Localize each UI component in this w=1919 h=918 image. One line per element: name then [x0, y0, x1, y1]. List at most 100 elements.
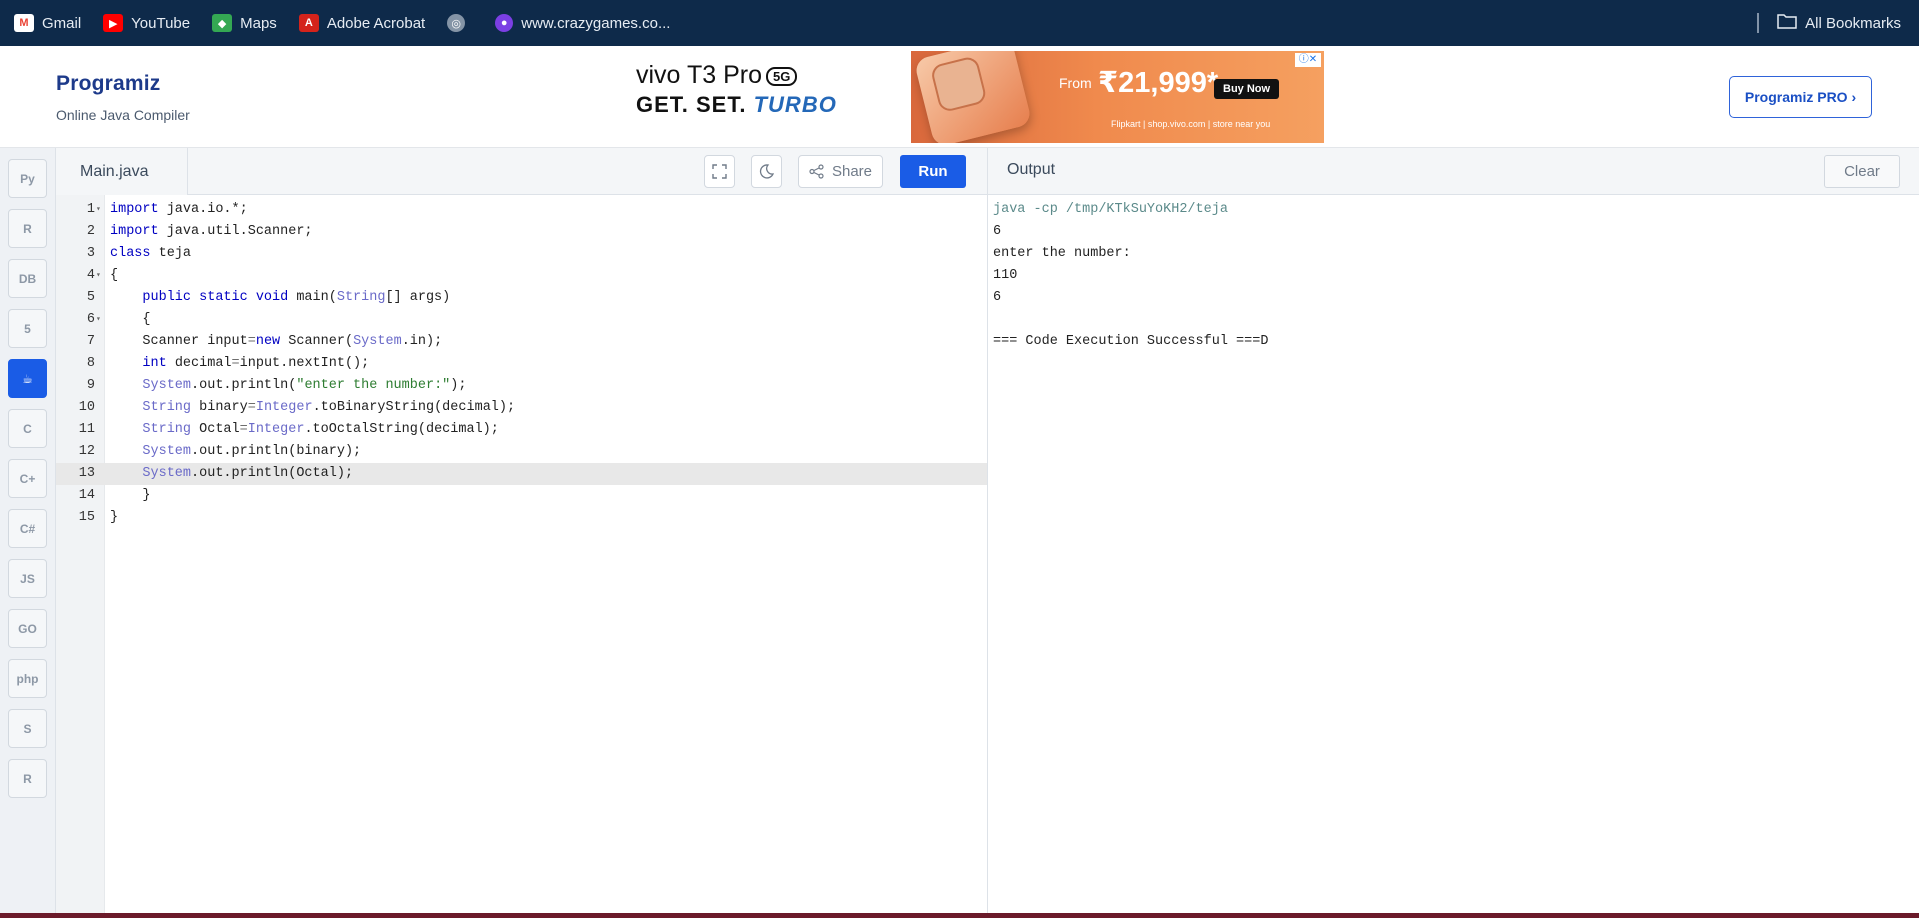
- all-bookmarks[interactable]: All Bookmarks: [1757, 0, 1901, 46]
- rust-icon[interactable]: R: [8, 759, 47, 798]
- all-bookmarks-label: All Bookmarks: [1805, 14, 1901, 32]
- programiz-logo[interactable]: Programiz: [56, 72, 161, 96]
- code-line: }: [56, 485, 987, 507]
- js-icon[interactable]: JS: [8, 559, 47, 598]
- code-token: .out.println(binary);: [191, 444, 362, 459]
- code-editor[interactable]: 1 ▾ 2 3 4 ▾ 5 6 ▾ 7 8 9 10 11 12 13 14 15 import java.io.…: [56, 195, 987, 918]
- python-icon[interactable]: Py: [8, 159, 47, 198]
- code-token: Scanner(: [280, 334, 354, 349]
- code-line: {: [56, 309, 987, 331]
- share-button[interactable]: Share: [798, 155, 883, 188]
- code-line: int decimal=input.nextInt();: [56, 353, 987, 375]
- code-line: {: [56, 265, 987, 287]
- code-line: System.out.println("enter the number:");: [56, 375, 987, 397]
- code-token: =: [247, 400, 256, 415]
- swift-icon[interactable]: S: [8, 709, 47, 748]
- divider: [1757, 13, 1760, 33]
- c-icon[interactable]: C: [8, 409, 47, 448]
- output-line: 110: [993, 268, 1018, 283]
- code-token: .toBinaryString(decimal);: [312, 400, 516, 415]
- ad-buy-button[interactable]: Buy Now: [1214, 79, 1280, 99]
- share-icon: [809, 164, 825, 179]
- sql-icon[interactable]: DB: [8, 259, 47, 298]
- bookmark-label: Maps: [240, 14, 277, 32]
- logo-text: Programiz: [56, 72, 161, 95]
- code-line: Scanner input=new Scanner(System.in);: [56, 331, 987, 353]
- code-token: .in);: [401, 334, 443, 349]
- code-token: =: [231, 356, 240, 371]
- code-token: "enter the number:": [296, 378, 451, 393]
- go-icon[interactable]: GO: [8, 609, 47, 648]
- acrobat-icon: A: [298, 14, 319, 32]
- maps-icon: ◆: [212, 14, 233, 32]
- code-line: String binary=Integer.toBinaryString(dec…: [56, 397, 987, 419]
- ad-turbo: TURBO: [753, 92, 837, 117]
- tab-main-java[interactable]: Main.java: [56, 148, 188, 195]
- code-token: .toOctalString(decimal);: [304, 422, 499, 437]
- ad-close-icon[interactable]: ⓘ✕: [1295, 53, 1321, 67]
- bookmark-gmail[interactable]: M Gmail: [14, 14, 81, 32]
- html5-icon[interactable]: 5: [8, 309, 47, 348]
- fullscreen-icon[interactable]: [704, 155, 735, 188]
- code-line: }: [56, 507, 987, 529]
- code-token: Octal: [191, 422, 240, 437]
- code-line: System.out.println(Octal);: [56, 463, 987, 485]
- output-console[interactable]: java -cp /tmp/KTkSuYoKH2/teja 6 enter th…: [987, 195, 1919, 918]
- code-token: System: [110, 466, 192, 481]
- code-token: {: [110, 312, 151, 327]
- bookmark-adobe-acrobat[interactable]: A Adobe Acrobat: [298, 14, 425, 32]
- ad-badge: 5G: [765, 66, 798, 86]
- code-line: class teja: [56, 243, 987, 265]
- bookmark-youtube[interactable]: ▶ YouTube: [103, 14, 190, 32]
- clear-button[interactable]: Clear: [1824, 155, 1900, 188]
- code-token: import: [110, 224, 159, 239]
- code-token: [] args): [385, 290, 451, 305]
- code-token: System: [353, 334, 402, 349]
- code-token: binary: [191, 400, 248, 415]
- advertisement-banner[interactable]: vivo T3 Pro 5G GET. SET. TURBO From ₹21,9…: [620, 51, 1324, 143]
- csharp-icon[interactable]: C#: [8, 509, 47, 548]
- code-token: new: [255, 334, 281, 349]
- run-button[interactable]: Run: [900, 155, 966, 188]
- phone-image: [913, 51, 1033, 143]
- code-token: =: [239, 422, 248, 437]
- programiz-pro-button[interactable]: Programiz PRO ›: [1729, 76, 1872, 118]
- cpp-icon[interactable]: C+: [8, 459, 47, 498]
- code-token: String: [336, 290, 386, 305]
- ad-footer: Flipkart | shop.vivo.com | store near yo…: [1111, 119, 1271, 129]
- taskbar-edge: [0, 913, 1919, 918]
- output-line: java -cp /tmp/KTkSuYoKH2/teja: [993, 202, 1228, 217]
- ad-price: ₹21,999*: [1098, 67, 1219, 99]
- code-token: System: [110, 444, 192, 459]
- bookmark-label: YouTube: [131, 14, 191, 32]
- output-header: Output Clear: [987, 148, 1919, 195]
- code-line: String Octal=Integer.toOctalString(decim…: [56, 419, 987, 441]
- globe-icon: ◎: [447, 14, 466, 32]
- bookmark-label: www.crazygames.co...: [521, 14, 671, 32]
- code-token: String: [110, 400, 192, 415]
- code-token: class: [110, 246, 151, 261]
- output-line: 6: [993, 290, 1002, 305]
- code-token: Integer: [255, 400, 313, 415]
- bookmark-maps[interactable]: ◆ Maps: [212, 14, 277, 32]
- crazygames-icon: ●: [495, 14, 514, 32]
- output-line: enter the number:: [993, 246, 1131, 261]
- php-icon[interactable]: php: [8, 659, 47, 698]
- code-token: import: [110, 202, 159, 217]
- ad-from: From: [1059, 75, 1092, 91]
- dark-mode-icon[interactable]: [751, 155, 782, 188]
- code-token: public static void: [110, 290, 289, 305]
- code-token: java.util.Scanner;: [158, 224, 313, 239]
- code-token: teja: [150, 246, 192, 261]
- editor-toolbar: Main.java Share Run: [56, 148, 987, 195]
- code-token: Integer: [247, 422, 305, 437]
- java-icon[interactable]: ☕: [8, 359, 47, 398]
- code-token: main(: [288, 290, 337, 305]
- ad-tagline: GET. SET.: [636, 92, 747, 117]
- bookmark-crazygames[interactable]: ● www.crazygames.co...: [495, 14, 670, 32]
- code-token: java.io.*;: [158, 202, 248, 217]
- code-token: }: [110, 488, 151, 503]
- r-icon[interactable]: R: [8, 209, 47, 248]
- code-token: decimal: [166, 356, 232, 371]
- bookmark-globe[interactable]: ◎: [447, 14, 473, 32]
